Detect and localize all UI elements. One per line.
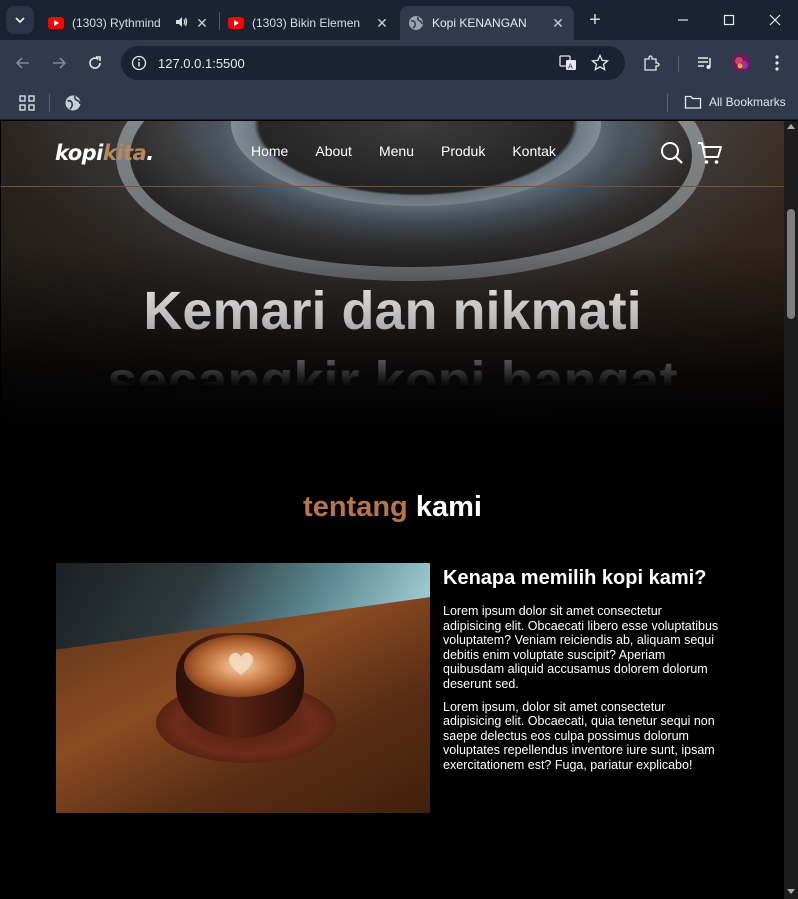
minimize-icon [678,19,688,21]
logo-part-2: kita [102,141,147,165]
menu-button[interactable] [766,52,788,74]
nav-home[interactable]: Home [251,143,288,159]
puzzle-icon [644,55,660,71]
back-button[interactable] [11,51,35,75]
svg-text:A: A [568,63,573,71]
toolbar-separator [678,56,679,72]
site-menu: Home About Menu Produk Kontak [251,143,583,159]
close-icon [769,14,781,26]
about-paragraph-2: Lorem ipsum, dolor sit amet consectetur … [443,699,715,772]
logo-suffix: . [146,141,154,165]
avatar-icon [731,53,751,73]
about-heading-accent: tentang [303,491,408,523]
extensions-button[interactable] [640,52,662,74]
browser-toolbar: 127.0.0.1:5500 A [0,40,798,86]
translate-icon[interactable]: A [559,54,577,72]
tab-search-button[interactable] [6,6,34,34]
media-control-button[interactable] [694,52,716,74]
reload-button[interactable] [83,51,107,75]
hero-title-line-1: Kemari dan nikmati [1,276,784,346]
folder-icon [684,95,702,109]
about-subheading: Kenapa memilih kopi kami? [443,567,707,589]
page-viewport: kopikita. Home About Menu Produk Kontak … [1,121,784,899]
window-close-button[interactable] [752,0,798,40]
nav-menu[interactable]: Menu [379,143,414,159]
hero-title-line-2: secangkir kopi hangat [1,346,784,388]
more-vertical-icon [775,55,779,71]
globe-icon [408,15,424,31]
scroll-up-arrow[interactable] [787,124,795,129]
bookmarks-separator [49,94,50,112]
search-icon[interactable] [659,140,685,166]
tab-title: (1303) Bikin Elemen [252,16,361,30]
new-tab-button[interactable]: + [584,9,606,31]
browser-window: (1303) Rythmind ✕ (1303) Bikin Elemen ✕ … [0,0,798,899]
address-bar[interactable]: 127.0.0.1:5500 A [121,46,625,80]
tab-title: (1303) Rythmind [72,16,161,30]
all-bookmarks-label: All Bookmarks [709,95,786,109]
tab-kopi-kenangan[interactable]: Kopi KENANGAN ✕ [400,6,574,40]
all-bookmarks-button[interactable]: All Bookmarks [684,94,786,110]
nav-produk[interactable]: Produk [441,143,485,159]
apps-grid-icon[interactable] [18,94,36,112]
close-icon[interactable]: ✕ [374,15,390,31]
chevron-down-icon [15,17,25,24]
speaker-icon[interactable] [174,15,188,32]
tab-rythmind[interactable]: (1303) Rythmind ✕ [40,6,218,40]
reload-icon [89,56,101,69]
close-icon[interactable]: ✕ [194,15,210,31]
maximize-icon [723,14,735,26]
maximize-button[interactable] [706,0,752,40]
arrow-left-icon [15,57,29,69]
youtube-icon [48,15,64,31]
latte-art-heart [229,652,253,675]
nav-about[interactable]: About [315,143,352,159]
about-heading-plain: kami [415,491,482,523]
info-icon[interactable] [131,55,147,71]
bookmarks-separator [667,94,668,112]
star-icon[interactable] [591,54,609,72]
scroll-down-arrow[interactable] [787,889,795,894]
minimize-button[interactable] [660,0,706,40]
nav-kontak[interactable]: Kontak [512,143,556,159]
about-content: Kenapa memilih kopi kami? Lorem ipsum do… [443,564,723,781]
youtube-icon [228,15,244,31]
site-navbar: kopikita. Home About Menu Produk Kontak [1,121,784,187]
playlist-icon [698,57,711,69]
site-logo[interactable]: kopikita. [55,141,154,165]
tab-strip: (1303) Rythmind ✕ (1303) Bikin Elemen ✕ … [0,0,798,40]
forward-button[interactable] [47,51,71,75]
profile-avatar[interactable] [730,52,752,74]
close-icon[interactable]: ✕ [550,15,566,31]
tab-bikin-elemen[interactable]: (1303) Bikin Elemen ✕ [220,6,398,40]
about-heading: tentang kami [1,491,784,524]
shopping-cart-icon[interactable] [697,140,723,166]
about-coffee-image [56,563,430,813]
arrow-right-icon [53,57,67,69]
globe-icon[interactable] [64,94,82,112]
bookmarks-bar: All Bookmarks [0,86,798,120]
url-text[interactable]: 127.0.0.1:5500 [158,56,245,71]
logo-part-1: kopi [55,141,103,165]
scroll-thumb[interactable] [787,209,795,319]
page-scrollbar[interactable] [784,121,798,899]
tab-title: Kopi KENANGAN [432,16,527,30]
about-paragraph-1: Lorem ipsum dolor sit amet consectetur a… [443,604,719,691]
